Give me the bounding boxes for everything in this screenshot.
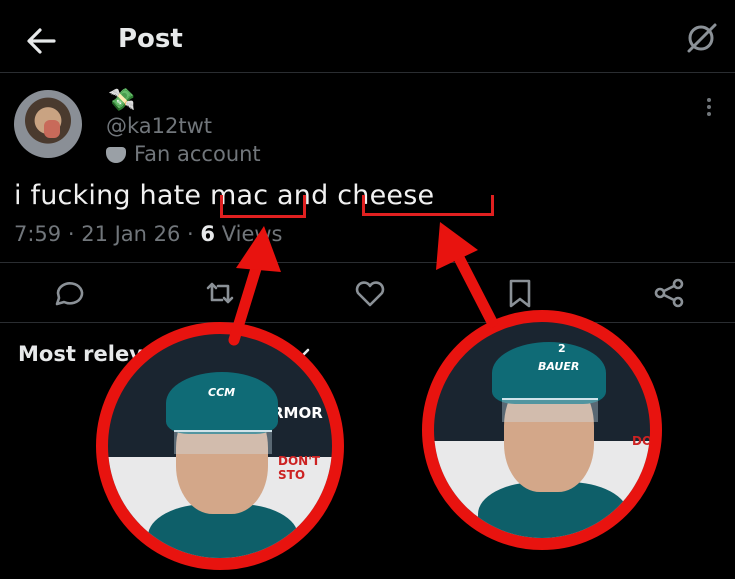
right-arrow-icon bbox=[436, 222, 498, 328]
left-arrow-icon bbox=[228, 226, 281, 346]
annotation-arrows bbox=[228, 222, 498, 346]
